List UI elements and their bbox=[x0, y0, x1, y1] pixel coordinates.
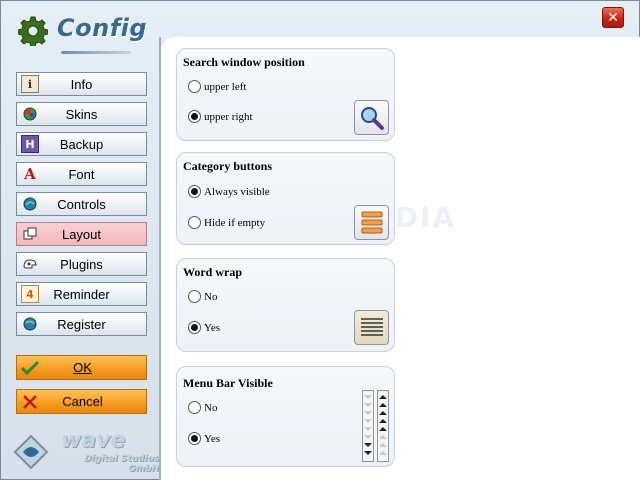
radio-upper-left[interactable]: upper left bbox=[188, 80, 246, 93]
nav-button-info[interactable]: i Info bbox=[16, 72, 147, 96]
layout-icon bbox=[21, 225, 39, 243]
radio-circle[interactable] bbox=[188, 401, 201, 414]
backup-icon: H bbox=[21, 135, 39, 153]
section-word-wrap: Word wrap No Yes bbox=[176, 258, 395, 352]
category-list-icon bbox=[361, 211, 382, 233]
nav-button-skins[interactable]: Skins bbox=[16, 102, 147, 126]
radio-upper-right[interactable]: upper right bbox=[188, 110, 253, 123]
ok-label: OK bbox=[73, 360, 92, 375]
ok-button[interactable]: OK bbox=[16, 355, 147, 380]
scroll-arrows-right[interactable] bbox=[377, 390, 389, 462]
skins-icon bbox=[21, 105, 39, 123]
logo-subtitle: Digital Studios GmbH bbox=[84, 454, 159, 474]
radio-circle[interactable] bbox=[188, 80, 201, 93]
nav-label: Info bbox=[70, 76, 93, 92]
radio-word-wrap-yes[interactable]: Yes bbox=[188, 321, 220, 334]
nav-button-backup[interactable]: H Backup bbox=[16, 132, 147, 156]
radio-label: upper left bbox=[204, 80, 247, 93]
cancel-button[interactable]: Cancel bbox=[16, 389, 147, 414]
nav-label: Plugins bbox=[60, 256, 103, 272]
text-lines-icon bbox=[360, 317, 383, 336]
scroll-arrows-left[interactable] bbox=[362, 390, 374, 462]
logo-name: wave bbox=[61, 428, 126, 453]
section-menu-bar-visible: Menu Bar Visible No Yes bbox=[176, 366, 395, 467]
nav-label: Layout bbox=[61, 226, 102, 242]
title-underline bbox=[61, 51, 131, 54]
nav-button-register[interactable]: Register bbox=[16, 312, 147, 336]
radio-label: No bbox=[204, 290, 218, 303]
config-window: Config i Info Skins H Backup A Font Cont… bbox=[0, 0, 640, 480]
nav-button-controls[interactable]: Controls bbox=[16, 192, 147, 216]
nav-button-plugins[interactable]: Plugins bbox=[16, 252, 147, 276]
radio-circle[interactable] bbox=[188, 290, 201, 303]
nav-label: Font bbox=[68, 166, 95, 182]
app-title: Config bbox=[57, 14, 148, 42]
radio-label: No bbox=[204, 401, 218, 414]
category-preview-button[interactable] bbox=[354, 205, 389, 240]
radio-hide-if-empty[interactable]: Hide if empty bbox=[188, 216, 265, 229]
search-position-preview-button[interactable] bbox=[354, 100, 389, 135]
radio-word-wrap-no[interactable]: No bbox=[188, 290, 217, 303]
close-button[interactable]: ✕ bbox=[602, 7, 624, 28]
scroll-arrows-icon bbox=[379, 395, 387, 455]
magnifier-icon bbox=[360, 106, 384, 130]
radio-menu-bar-yes[interactable]: Yes bbox=[188, 432, 220, 445]
gear-icon bbox=[18, 16, 48, 46]
word-wrap-preview-button[interactable] bbox=[354, 310, 389, 345]
nav-button-layout[interactable]: Layout bbox=[16, 222, 147, 246]
radio-circle[interactable] bbox=[188, 432, 201, 445]
controls-icon bbox=[21, 195, 39, 213]
close-icon: ✕ bbox=[607, 9, 619, 26]
radio-circle[interactable] bbox=[188, 321, 201, 334]
checkmark-icon bbox=[19, 357, 41, 379]
section-title: Search window position bbox=[183, 55, 305, 69]
info-icon: i bbox=[21, 75, 39, 93]
reminder-icon: 4 bbox=[21, 285, 39, 303]
scroll-arrows-icon bbox=[364, 395, 372, 455]
radio-label: Yes bbox=[204, 432, 221, 445]
nav-button-reminder[interactable]: 4 Reminder bbox=[16, 282, 147, 306]
radio-circle[interactable] bbox=[188, 185, 201, 198]
radio-always-visible[interactable]: Always visible bbox=[188, 185, 270, 198]
x-icon bbox=[19, 391, 41, 413]
section-category-buttons: Category buttons Always visible Hide if … bbox=[176, 152, 395, 245]
nav-label: Backup bbox=[59, 136, 104, 152]
radio-label: Yes bbox=[204, 321, 221, 334]
nav-button-font[interactable]: A Font bbox=[16, 162, 147, 186]
radio-label: upper right bbox=[204, 110, 253, 123]
sidebar: Config i Info Skins H Backup A Font Cont… bbox=[1, 1, 161, 480]
radio-label: Hide if empty bbox=[204, 216, 266, 229]
radio-circle[interactable] bbox=[188, 216, 201, 229]
register-icon bbox=[21, 315, 39, 333]
section-title: Category buttons bbox=[183, 159, 272, 173]
wave-logo: wave Digital Studios GmbH bbox=[7, 426, 161, 478]
cancel-label: Cancel bbox=[62, 394, 103, 409]
nav-label: Controls bbox=[57, 196, 106, 212]
section-title: Word wrap bbox=[183, 265, 243, 279]
nav-label: Register bbox=[57, 316, 106, 332]
radio-menu-bar-no[interactable]: No bbox=[188, 401, 217, 414]
radio-label: Always visible bbox=[204, 185, 270, 198]
nav-label: Reminder bbox=[53, 286, 110, 302]
nav-label: Skins bbox=[65, 106, 98, 122]
plugins-icon bbox=[21, 255, 39, 273]
section-title: Menu Bar Visible bbox=[183, 376, 273, 390]
wave-logo-mark bbox=[13, 434, 49, 470]
radio-circle[interactable] bbox=[188, 110, 201, 123]
font-icon: A bbox=[24, 165, 36, 183]
section-search-window-position: Search window position upper left upper … bbox=[176, 48, 395, 141]
